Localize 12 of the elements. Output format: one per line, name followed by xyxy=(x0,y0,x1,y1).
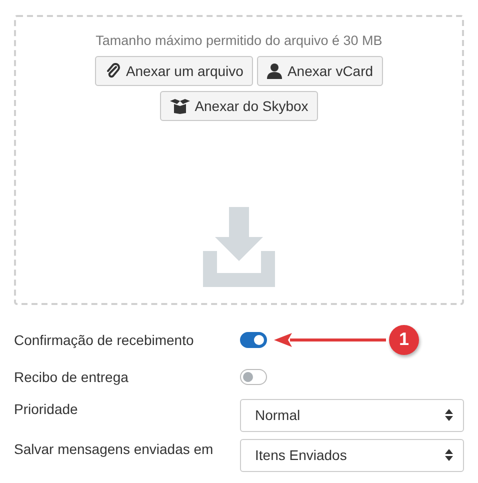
setting-label: Prioridade xyxy=(14,400,79,417)
file-size-limit-text: Tamanho máximo permitido do arquivo é 30 MB xyxy=(96,33,382,48)
attach-button[interactable]: Anexar do Skybox xyxy=(160,91,318,121)
setting-label: Recibo de entrega xyxy=(14,368,130,384)
setting-label: Confirmação de recebimento xyxy=(14,332,195,348)
drop-zone[interactable]: Tamanho máximo permitido do arquivo é 30 MB Anexar um arquivo Anexar vCard Anexar do Skybox xyxy=(14,15,464,305)
annotation-badge: 1 xyxy=(389,324,419,354)
attach-button[interactable]: Anexar um arquivo xyxy=(94,56,254,86)
setting-label: Salvar mensagens enviadas em xyxy=(14,440,214,457)
attach-button[interactable]: Anexar vCard xyxy=(257,56,384,86)
dropdown-select[interactable]: Normal xyxy=(240,398,464,432)
dropdown-select[interactable]: Itens Enviados xyxy=(240,438,464,472)
